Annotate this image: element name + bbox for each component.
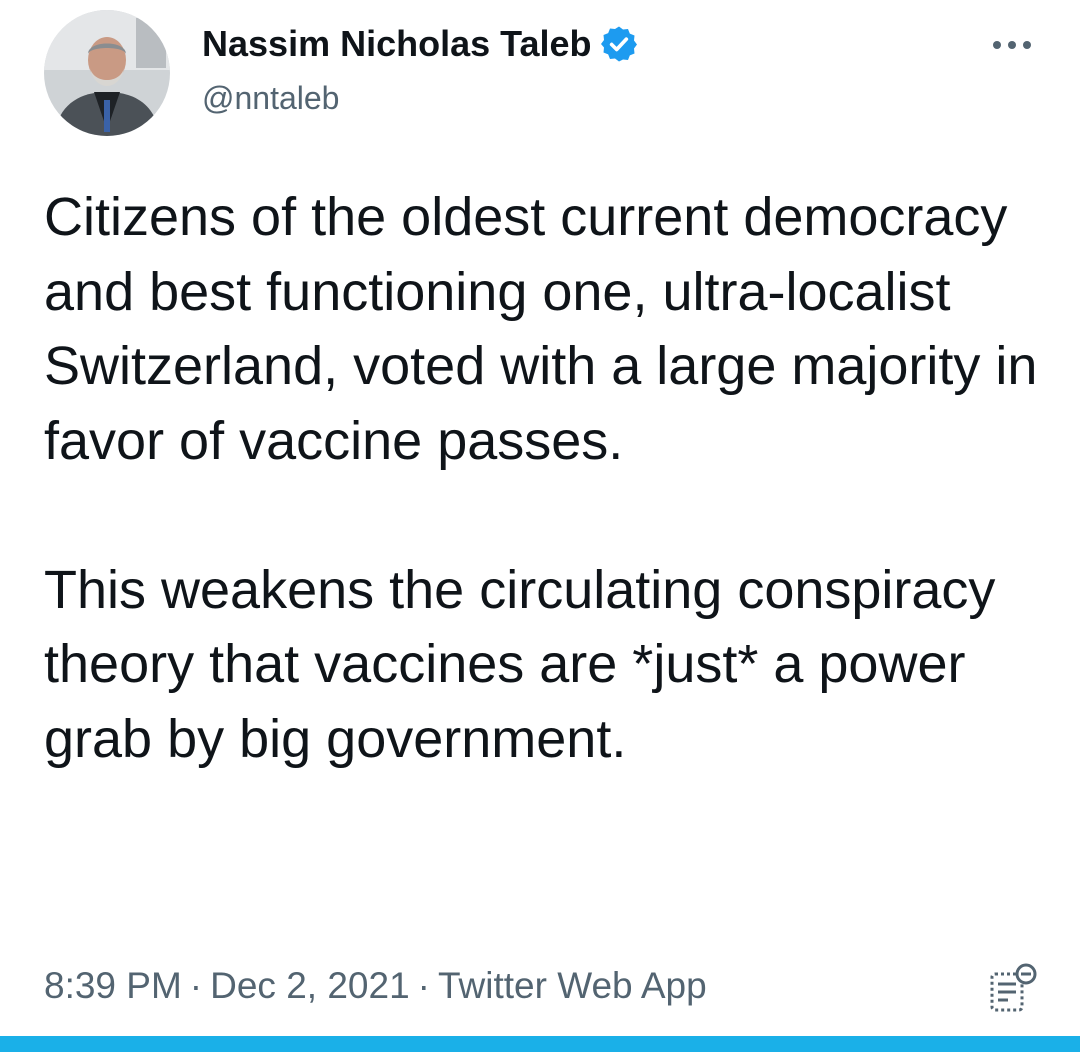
bottom-accent-bar — [0, 1036, 1080, 1052]
more-options-icon[interactable] — [990, 30, 1034, 60]
meta-separator: · — [417, 965, 430, 1006]
author-handle[interactable]: @nntaleb — [202, 78, 339, 118]
tweet-paragraph: Citizens of the oldest current democracy… — [44, 187, 1038, 471]
tweet-metadata: 8:39 PM · Dec 2, 2021 · Twitter Web App — [44, 962, 707, 1010]
tweet-text: Citizens of the oldest current democracy… — [44, 180, 1054, 776]
display-name-text: Nassim Nicholas Taleb — [202, 23, 592, 64]
author-display-name[interactable]: Nassim Nicholas Taleb — [202, 22, 639, 66]
meta-separator: · — [189, 965, 203, 1006]
tweet-paragraph: This weakens the circulating conspiracy … — [44, 559, 996, 769]
profile-photo — [44, 10, 170, 136]
tweet-analytics-icon[interactable] — [986, 962, 1038, 1016]
verified-badge-icon — [599, 24, 639, 64]
author-avatar[interactable] — [44, 10, 170, 136]
tweet-date[interactable]: Dec 2, 2021 — [210, 965, 410, 1006]
tweet-source[interactable]: Twitter Web App — [438, 965, 707, 1006]
tweet-time[interactable]: 8:39 PM — [44, 965, 182, 1006]
